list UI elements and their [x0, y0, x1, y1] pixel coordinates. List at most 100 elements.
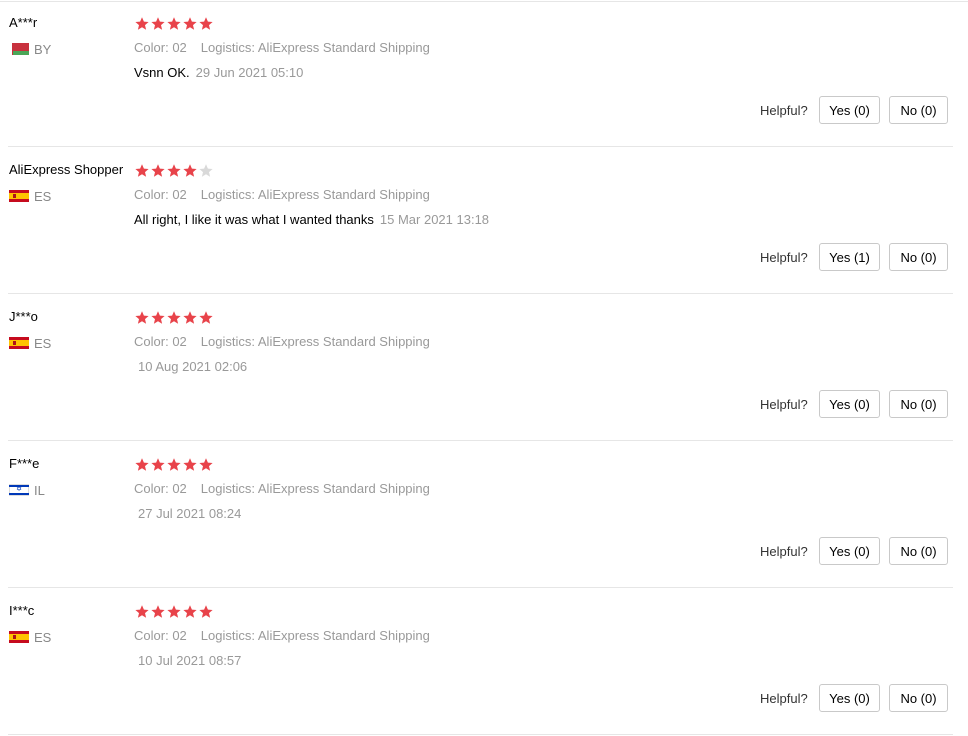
helpful-label: Helpful? [760, 691, 808, 706]
star-filled-icon [183, 17, 197, 30]
star-filled-icon [151, 17, 165, 30]
helpful-yes-button[interactable]: Yes (1) [819, 243, 880, 271]
star-filled-icon [183, 605, 197, 618]
review-meta: Color: 02 Logistics: AliExpress Standard … [134, 187, 444, 202]
review-date: 15 Mar 2021 13:18 [379, 212, 490, 227]
star-filled-icon [167, 311, 181, 324]
color-label: Color: [134, 187, 169, 202]
logistics-label: Logistics: [200, 334, 255, 349]
helpful-label: Helpful? [760, 103, 808, 118]
logistics-value: AliExpress Standard Shipping [257, 481, 430, 496]
review-date: 29 Jun 2021 05:10 [195, 65, 304, 80]
star-filled-icon [167, 164, 181, 177]
helpful-no-button[interactable]: No (0) [889, 243, 948, 271]
star-rating [134, 16, 214, 32]
logistics-label: Logistics: [200, 187, 255, 202]
logistics-label: Logistics: [200, 628, 255, 643]
star-filled-icon [135, 605, 149, 618]
star-empty-icon [199, 164, 213, 177]
helpful-label: Helpful? [760, 544, 808, 559]
logistics-value: AliExpress Standard Shipping [257, 40, 430, 55]
reviewer-country: ES [9, 335, 51, 351]
review-item: AliExpress Shopper ES Color: 02 Logistics: … [0, 147, 968, 294]
helpful-no-button[interactable]: No (0) [889, 684, 948, 712]
star-filled-icon [183, 164, 197, 177]
logistics-label: Logistics: [200, 40, 255, 55]
color-value: 02 [172, 481, 187, 496]
review-item: J***o ES Color: 02 Logistics: AliExpress St… [0, 294, 968, 441]
reviewer-country: BY [9, 41, 51, 57]
reviewer-name: I***c [9, 603, 35, 618]
comment-text: Vsnn OK. [134, 65, 190, 80]
star-filled-icon [183, 458, 197, 471]
star-rating [134, 310, 214, 326]
helpful-yes-button[interactable]: Yes (0) [819, 537, 880, 565]
logistics-value: AliExpress Standard Shipping [257, 334, 430, 349]
helpful-no-button[interactable]: No (0) [889, 390, 948, 418]
country-code: ES [34, 629, 52, 645]
star-filled-icon [167, 17, 181, 30]
color-value: 02 [172, 334, 187, 349]
reviewer-name: F***e [9, 456, 40, 471]
color-label: Color: [134, 334, 169, 349]
logistics-value: AliExpress Standard Shipping [257, 187, 430, 202]
review-meta: Color: 02 Logistics: AliExpress Standard … [134, 334, 444, 349]
review-meta: Color: 02 Logistics: AliExpress Standard … [134, 40, 444, 55]
review-comment: All right, I like it was what I wanted t… [134, 212, 489, 227]
logistics-label: Logistics: [200, 481, 255, 496]
star-filled-icon [199, 17, 213, 30]
color-label: Color: [134, 481, 169, 496]
helpful-label: Helpful? [760, 397, 808, 412]
star-filled-icon [151, 458, 165, 471]
star-filled-icon [135, 164, 149, 177]
reviewer-name: J***o [9, 309, 38, 324]
belarus-flag-icon [9, 43, 29, 55]
review-list: A***r BY Color: 02 Logistics: AliExpress St… [0, 0, 968, 736]
review-divider [8, 734, 953, 735]
review-comment: 10 Aug 2021 02:06 [138, 359, 247, 374]
review-item: A***r BY Color: 02 Logistics: AliExpress St… [0, 0, 968, 147]
star-filled-icon [135, 458, 149, 471]
country-code: ES [34, 335, 52, 351]
spain-flag-icon [9, 190, 29, 202]
star-rating [134, 604, 214, 620]
star-filled-icon [135, 17, 149, 30]
star-filled-icon [199, 311, 213, 324]
star-filled-icon [151, 605, 165, 618]
reviewer-country: ES [9, 188, 51, 204]
review-item: F***e ✡ IL Color: 02 Logistics: AliExpress S… [0, 441, 968, 588]
logistics-value: AliExpress Standard Shipping [257, 628, 430, 643]
helpful-no-button[interactable]: No (0) [889, 537, 948, 565]
star-filled-icon [199, 458, 213, 471]
color-value: 02 [172, 628, 187, 643]
star-filled-icon [183, 311, 197, 324]
israel-flag-icon: ✡ [9, 484, 29, 496]
star-filled-icon [135, 311, 149, 324]
review-comment: Vsnn OK. 29 Jun 2021 05:10 [134, 65, 303, 80]
country-code: ES [34, 188, 52, 204]
helpful-yes-button[interactable]: Yes (0) [819, 96, 880, 124]
review-date: 10 Aug 2021 02:06 [138, 359, 248, 374]
helpful-yes-button[interactable]: Yes (0) [819, 684, 880, 712]
star-filled-icon [167, 605, 181, 618]
review-meta: Color: 02 Logistics: AliExpress Standard … [134, 628, 444, 643]
country-code: BY [34, 41, 52, 57]
star-filled-icon [199, 605, 213, 618]
reviewer-country: ✡ IL [9, 482, 45, 498]
star-filled-icon [151, 164, 165, 177]
country-code: IL [34, 482, 45, 498]
review-item: I***c ES Color: 02 Logistics: AliExpress St… [0, 588, 968, 735]
comment-text: All right, I like it was what I wanted t… [134, 212, 374, 227]
review-meta: Color: 02 Logistics: AliExpress Standard … [134, 481, 444, 496]
helpful-no-button[interactable]: No (0) [889, 96, 948, 124]
helpful-yes-button[interactable]: Yes (0) [819, 390, 880, 418]
helpful-label: Helpful? [760, 250, 808, 265]
star-filled-icon [151, 311, 165, 324]
star-filled-icon [167, 458, 181, 471]
star-rating [134, 457, 214, 473]
review-date: 27 Jul 2021 08:24 [138, 506, 242, 521]
color-value: 02 [172, 187, 187, 202]
review-date: 10 Jul 2021 08:57 [138, 653, 242, 668]
spain-flag-icon [9, 337, 29, 349]
color-value: 02 [172, 40, 187, 55]
